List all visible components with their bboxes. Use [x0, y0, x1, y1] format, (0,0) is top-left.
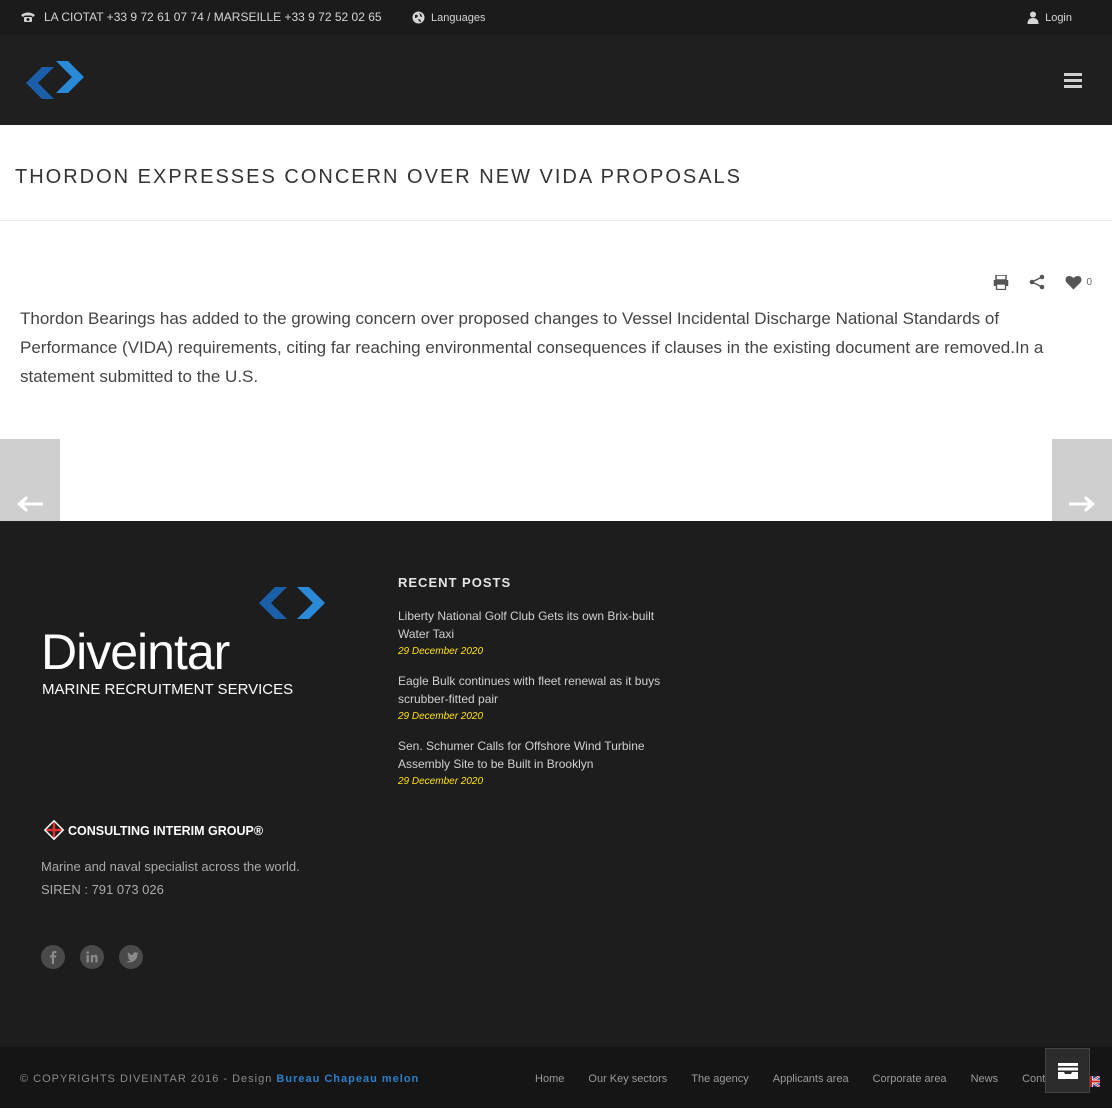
group-name: CONSULTING INTERIM GROUP® [68, 824, 264, 838]
share-icon[interactable] [1029, 274, 1045, 290]
user-icon [1027, 11, 1039, 24]
brand-name: Diveintar [41, 624, 230, 680]
heart-icon [1065, 275, 1082, 289]
site-logo[interactable] [20, 55, 90, 105]
social-links [41, 945, 143, 969]
recent-post-date: 29 December 2020 [398, 711, 484, 722]
site-header [0, 35, 1112, 125]
post-actions: 0 [993, 274, 1092, 290]
page-title: THORDON EXPRESSES CONCERN OVER NEW VIDA … [15, 166, 743, 188]
recent-post-link[interactable]: Eagle Bulk continues with fleet renewal … [398, 672, 688, 708]
recent-posts-heading: RECENT POSTS [398, 575, 512, 590]
login-label: Login [1045, 11, 1072, 24]
phone-info: LA CIOTAT +33 9 72 61 07 74 / MARSEILLE … [20, 10, 382, 24]
inbox-icon [1057, 1062, 1078, 1079]
footer-menu-news[interactable]: News [971, 1073, 999, 1085]
phone-text: LA CIOTAT +33 9 72 61 07 74 / MARSEILLE … [44, 10, 382, 24]
page-title-bar: THORDON EXPRESSES CONCERN OVER NEW VIDA … [0, 125, 1112, 221]
footer-menu-corporate[interactable]: Corporate area [873, 1073, 947, 1085]
recent-post-link[interactable]: Liberty National Golf Club Gets its own … [398, 607, 688, 643]
facebook-icon[interactable] [41, 945, 65, 969]
arrow-left-icon [17, 496, 43, 512]
globe-icon [412, 11, 425, 24]
footer-tagline: Marine and naval specialist across the w… [41, 855, 300, 901]
brand-subtitle: MARINE RECRUITMENT SERVICES [42, 681, 293, 698]
likes-count: 0 [1086, 276, 1092, 288]
languages-button[interactable]: Languages [412, 11, 485, 24]
languages-label: Languages [431, 11, 486, 24]
footer-menu-home[interactable]: Home [535, 1073, 564, 1085]
recent-post-item: Liberty National Golf Club Gets its own … [398, 607, 688, 657]
footer-menu-key-sectors[interactable]: Our Key sectors [588, 1073, 667, 1085]
twitter-icon[interactable] [119, 945, 143, 969]
diveintar-logo: Diveintar MARINE RECRUITMENT SERVICES [41, 587, 325, 698]
bottom-bar: © COPYRIGHTS DIVEINTAR 2016 - Design Bur… [0, 1047, 1112, 1108]
top-bar: LA CIOTAT +33 9 72 61 07 74 / MARSEILLE … [0, 0, 1112, 35]
hamburger-menu-icon[interactable] [1064, 72, 1082, 88]
print-icon[interactable] [993, 274, 1009, 290]
arrow-right-icon [1069, 496, 1095, 512]
copyright: © COPYRIGHTS DIVEINTAR 2016 - Design Bur… [20, 1073, 419, 1085]
tagline-text: Marine and naval specialist across the w… [41, 859, 300, 874]
recent-posts-widget: RECENT POSTS Liberty National Golf Club … [398, 575, 688, 802]
consulting-interim-group-logo: CONSULTING INTERIM GROUP® [44, 819, 264, 841]
contact-form-button[interactable] [1045, 1048, 1090, 1093]
phone-icon [21, 12, 35, 22]
designer-link[interactable]: Bureau Chapeau melon [276, 1073, 419, 1085]
recent-post-item: Eagle Bulk continues with fleet renewal … [398, 672, 688, 722]
recent-post-date: 29 December 2020 [398, 776, 484, 787]
footer-menu-applicants[interactable]: Applicants area [773, 1073, 849, 1085]
site-footer: Diveintar MARINE RECRUITMENT SERVICES CO… [0, 521, 1112, 1047]
footer-menu-agency[interactable]: The agency [691, 1073, 748, 1085]
copyright-text: © COPYRIGHTS DIVEINTAR 2016 - Design [20, 1073, 277, 1085]
recent-post-item: Sen. Schumer Calls for Offshore Wind Tur… [398, 737, 688, 787]
linkedin-icon[interactable] [80, 945, 104, 969]
siren-number: SIREN : 791 073 026 [41, 882, 164, 897]
recent-post-date: 29 December 2020 [398, 646, 484, 657]
like-button[interactable]: 0 [1065, 275, 1092, 290]
recent-post-link[interactable]: Sen. Schumer Calls for Offshore Wind Tur… [398, 737, 688, 773]
post-excerpt: Thordon Bearings has added to the growin… [20, 309, 1044, 386]
footer-menu: Home Our Key sectors The agency Applican… [535, 1073, 1060, 1085]
login-button[interactable]: Login [1027, 11, 1072, 24]
